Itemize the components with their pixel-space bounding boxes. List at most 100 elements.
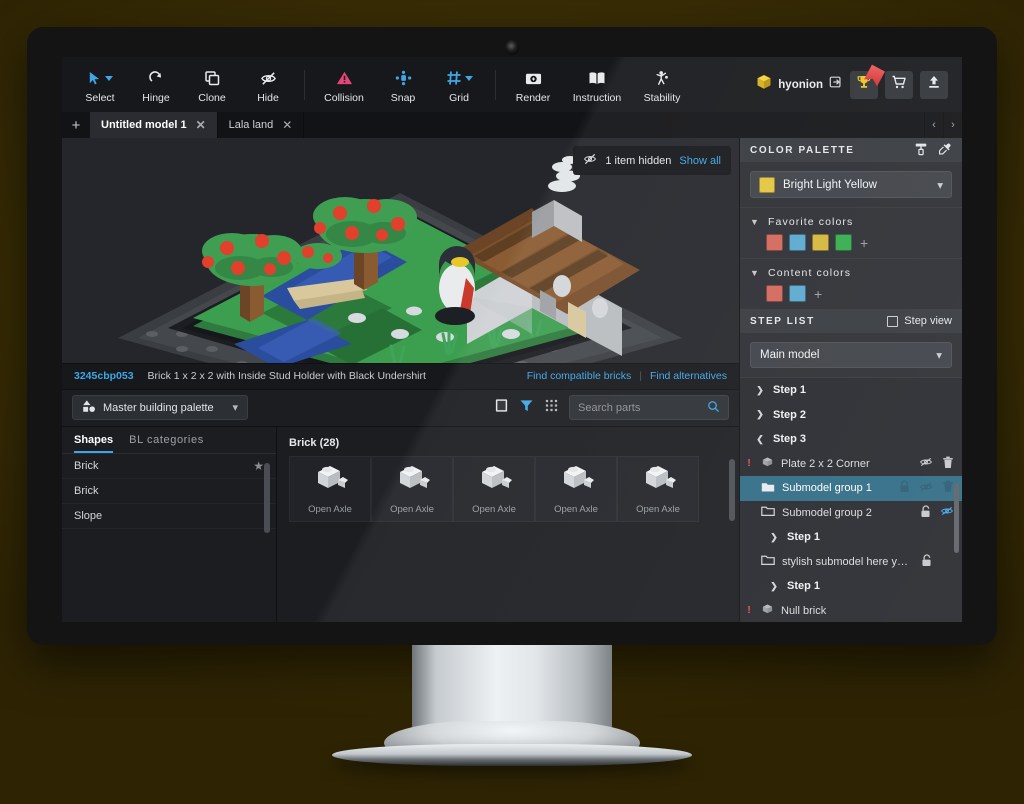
close-icon[interactable]: ✕ <box>282 118 292 132</box>
tool-render[interactable]: Render <box>504 65 562 104</box>
list-item[interactable]: Brick <box>62 479 276 504</box>
eye-off-blue-icon[interactable] <box>940 505 954 520</box>
part-tile[interactable]: Open Axle <box>453 456 535 522</box>
shapes-scrollbar[interactable] <box>264 463 270 533</box>
tool-stability[interactable]: Stability <box>632 65 692 104</box>
sign-in-icon[interactable] <box>829 75 843 94</box>
eyedropper-icon[interactable] <box>938 142 952 159</box>
tool-grid[interactable]: Grid <box>431 65 487 104</box>
part-name-label: Brick 1 x 2 x 2 with Inside Stud Holder … <box>148 370 426 382</box>
show-all-link[interactable]: Show all <box>679 155 721 167</box>
tool-snap[interactable]: Snap <box>375 65 431 104</box>
list-item[interactable]: Brick ★ <box>62 454 276 479</box>
lock-open-icon[interactable] <box>920 505 931 521</box>
find-compatible-bricks-link[interactable]: Find compatible bricks <box>527 370 631 382</box>
eye-off-icon[interactable] <box>919 456 933 471</box>
tool-instruction[interactable]: Instruction <box>562 65 632 104</box>
eye-off-icon[interactable] <box>919 481 933 496</box>
part-id-label[interactable]: 3245cbp053 <box>74 370 134 382</box>
trash-icon[interactable] <box>942 456 954 472</box>
part-tile[interactable]: Open Axle <box>289 456 371 522</box>
color-swatch[interactable] <box>812 234 829 251</box>
grid-dots-icon[interactable] <box>544 398 559 418</box>
step-view-toggle[interactable]: Step view <box>887 315 952 327</box>
new-tab-button[interactable]: + <box>62 112 90 138</box>
tool-select[interactable]: Select <box>72 65 128 104</box>
chevron-right-icon[interactable]: ❯ <box>768 581 780 592</box>
tool-hide[interactable]: Hide <box>240 65 296 104</box>
find-alternatives-link[interactable]: Find alternatives <box>650 370 727 382</box>
step-list-scrollbar[interactable] <box>954 483 959 553</box>
chevron-down-icon[interactable]: ❮ <box>754 434 766 445</box>
step-row-submodel-group-1[interactable]: Submodel group 1 <box>740 476 962 501</box>
step-row-plate-2x2-corner[interactable]: ! Plate 2 x 2 Corner <box>740 452 962 477</box>
content-colors-header[interactable]: ▼ Content colors <box>750 262 952 285</box>
tab-bl-categories[interactable]: BL categories <box>129 434 204 453</box>
close-icon[interactable]: ✕ <box>196 118 206 132</box>
chevron-right-icon[interactable]: ❯ <box>768 532 780 543</box>
chevron-down-icon: ▾ <box>936 348 942 362</box>
chevron-right-icon[interactable]: ❯ <box>754 409 766 420</box>
tool-clone[interactable]: Clone <box>184 65 240 104</box>
step-row-stylish-submodel[interactable]: stylish submodel here y… <box>740 550 962 575</box>
parts-grid-scrollbar[interactable] <box>729 459 735 521</box>
step-row-nested-step-1-b[interactable]: ❯ Step 1 <box>740 574 962 599</box>
paint-roller-icon[interactable] <box>914 142 928 159</box>
part-tile[interactable]: Open Axle <box>617 456 699 522</box>
tool-hinge-label: Hinge <box>142 92 169 104</box>
brick-open-axle-icon <box>638 462 678 501</box>
add-favorite-color-button[interactable]: + <box>860 235 868 251</box>
funnel-filter-icon[interactable] <box>519 398 534 418</box>
tab-untitled-model-1[interactable]: Untitled model 1 ✕ <box>90 112 218 138</box>
parts-grid: Open Axle Open Axle <box>289 456 729 522</box>
tab-prev-button[interactable]: ‹ <box>924 112 943 138</box>
selected-color-dropdown[interactable]: Bright Light Yellow ▾ <box>750 171 952 198</box>
color-palette-header: COLOR PALETTE <box>740 138 962 162</box>
part-tile[interactable]: Open Axle <box>535 456 617 522</box>
step-row-submodel-group-2[interactable]: Submodel group 2 <box>740 501 962 526</box>
upload-button[interactable] <box>920 71 948 99</box>
lock-closed-icon[interactable] <box>899 480 910 496</box>
list-item[interactable]: Slope <box>62 504 276 529</box>
add-content-color-button[interactable]: + <box>814 286 822 302</box>
grid-hash-icon <box>446 69 473 87</box>
tool-collision[interactable]: Collision <box>313 65 375 104</box>
color-swatch[interactable] <box>835 234 852 251</box>
checkbox-icon[interactable] <box>887 316 898 327</box>
tab-shapes[interactable]: Shapes <box>74 434 113 453</box>
color-swatch[interactable] <box>766 285 783 302</box>
trash-icon[interactable] <box>942 480 954 496</box>
trophy-button[interactable] <box>850 71 878 99</box>
color-swatch[interactable] <box>789 234 806 251</box>
tool-instruction-label: Instruction <box>573 92 621 104</box>
step-row-nested-step-1-a[interactable]: ❯ Step 1 <box>740 525 962 550</box>
star-icon[interactable]: ★ <box>253 459 264 473</box>
cart-button[interactable] <box>885 71 913 99</box>
step-row-step-3[interactable]: ❮ Step 3 <box>740 427 962 452</box>
search-parts-field[interactable]: Search parts <box>569 395 729 420</box>
stability-figure-icon <box>654 69 671 87</box>
palette-selector[interactable]: Master building palette ▾ <box>72 395 248 420</box>
color-swatch[interactable] <box>766 234 783 251</box>
step-row-step-2[interactable]: ❯ Step 2 <box>740 403 962 428</box>
step-list-title: STEP LIST <box>750 316 815 327</box>
step-row-step-1[interactable]: ❯ Step 1 <box>740 378 962 403</box>
part-tile[interactable]: Open Axle <box>371 456 453 522</box>
user-account[interactable]: hyonion <box>756 74 843 95</box>
tool-hinge[interactable]: Hinge <box>128 65 184 104</box>
tab-navigation: ‹ › <box>924 112 962 138</box>
color-swatch[interactable] <box>789 285 806 302</box>
favorite-colors-header[interactable]: ▼ Favorite colors <box>750 211 952 234</box>
tab-next-button[interactable]: › <box>943 112 962 138</box>
main-toolbar: Select Hinge Clone <box>62 57 962 112</box>
step-row-null-brick[interactable]: ! Null brick <box>740 599 962 623</box>
model-selector[interactable]: Main model ▾ <box>750 342 952 368</box>
chevron-right-icon[interactable]: ❯ <box>754 385 766 396</box>
square-view-icon[interactable] <box>494 398 509 418</box>
lock-open-icon[interactable] <box>921 554 932 570</box>
snap-magnet-icon <box>395 69 412 87</box>
model-viewport[interactable]: 1 item hidden Show all <box>62 138 739 363</box>
hinge-rotate-icon <box>148 69 164 87</box>
tab-lala-land[interactable]: Lala land ✕ <box>218 112 305 138</box>
magnifier-icon[interactable] <box>707 400 720 416</box>
